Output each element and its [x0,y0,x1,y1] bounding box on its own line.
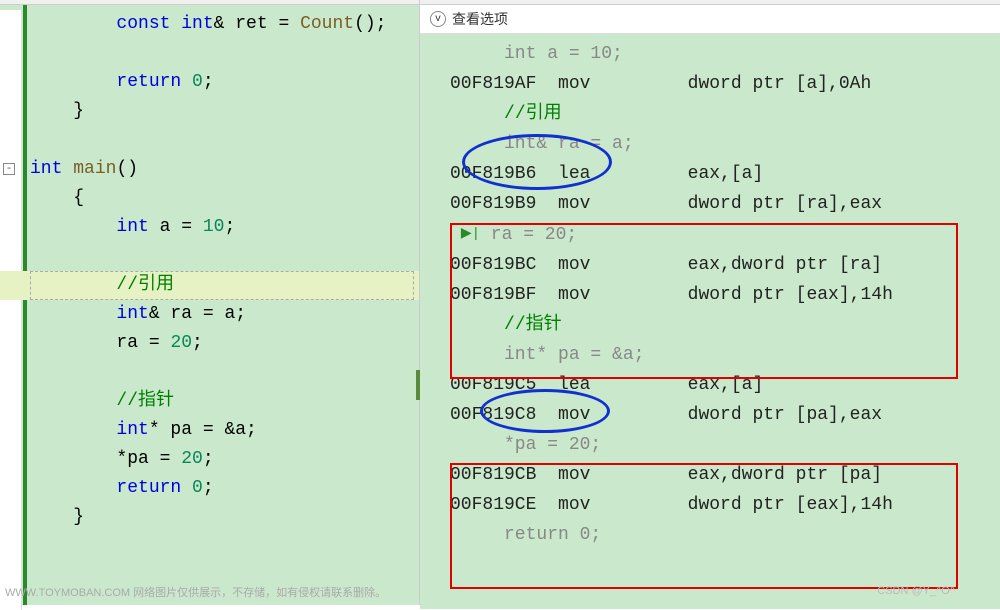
watermark: WWW.TOYMOBAN.COM 网络图片仅供展示，不存储，如有侵权请联系删除。 [5,584,386,600]
code-line[interactable]: return 0; [0,474,419,503]
asm-line[interactable]: 00F819BC mov eax,dword ptr [ra] [420,250,1000,280]
code-line[interactable]: int& ra = a; [0,300,419,329]
asm-line[interactable]: //引用 [420,99,1000,129]
asm-line[interactable]: 00F819C5 lea eax,[a] [420,370,1000,400]
asm-line[interactable]: 00F819BF mov dword ptr [eax],14h [420,280,1000,310]
asm-line[interactable]: int a = 10; [420,39,1000,69]
asm-area[interactable]: int a = 10;00F819AF mov dword ptr [a],0A… [420,34,1000,609]
code-line[interactable] [0,242,419,271]
code-line[interactable]: return 0; [0,68,419,97]
asm-line[interactable]: 00F819CB mov eax,dword ptr [pa] [420,460,1000,490]
source-pane: - const int& ret = Count(); return 0; } … [0,0,420,605]
asm-line[interactable]: ▶| ra = 20; [420,219,1000,250]
current-line-icon: ▶| [461,226,480,242]
code-area[interactable]: - const int& ret = Count(); return 0; } … [0,5,419,605]
code-line[interactable]: ra = 20; [0,329,419,358]
code-line[interactable]: int* pa = &a; [0,416,419,445]
code-line[interactable]: } [0,503,419,532]
asm-line[interactable]: //指针 [420,310,1000,340]
options-bar[interactable]: v 查看选项 [420,5,1000,34]
code-line[interactable]: { [0,184,419,213]
asm-line[interactable]: int* pa = &a; [420,340,1000,370]
code-line[interactable] [0,358,419,387]
asm-line[interactable]: return 0; [420,520,1000,550]
code-line[interactable]: int a = 10; [0,213,419,242]
asm-line[interactable]: *pa = 20; [420,430,1000,460]
asm-line[interactable]: 00F819B6 lea eax,[a] [420,159,1000,189]
code-line[interactable]: } [0,97,419,126]
main-container: - const int& ret = Count(); return 0; } … [0,0,1000,605]
code-line[interactable]: int main() [0,155,419,184]
asm-line[interactable]: int& ra = a; [420,129,1000,159]
code-line[interactable]: //指针 [0,387,419,416]
code-line[interactable]: const int& ret = Count(); [0,10,419,39]
asm-line[interactable]: 00F819C8 mov dword ptr [pa],eax [420,400,1000,430]
watermark-right: CSDN @Y_^O^ [877,585,955,597]
code-line[interactable]: //引用 [0,271,419,300]
asm-line[interactable]: 00F819B9 mov dword ptr [ra],eax [420,189,1000,219]
code-line[interactable] [0,126,419,155]
asm-line[interactable]: 00F819AF mov dword ptr [a],0Ah [420,69,1000,99]
options-label: 查看选项 [452,9,508,29]
options-toggle-icon[interactable]: v [430,11,446,27]
code-line[interactable] [0,39,419,68]
code-line[interactable]: *pa = 20; [0,445,419,474]
disasm-pane: v 查看选项 int a = 10;00F819AF mov dword ptr… [420,0,1000,605]
asm-line[interactable]: 00F819CE mov dword ptr [eax],14h [420,490,1000,520]
